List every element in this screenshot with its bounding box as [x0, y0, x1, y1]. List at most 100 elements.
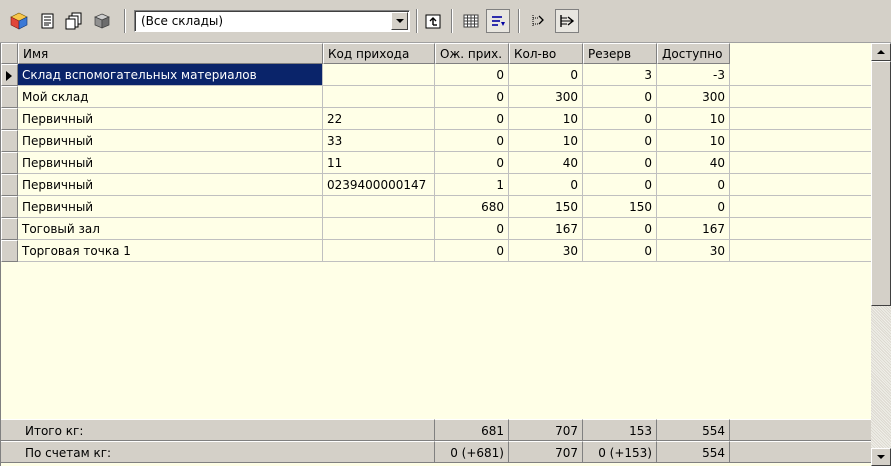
table-row[interactable]: Тоговый зал 0 167 0 167 [1, 218, 871, 240]
warehouse-select[interactable]: (Все склады) [134, 10, 410, 32]
scroll-down-icon[interactable] [871, 448, 891, 466]
cell-expected[interactable]: 1 [435, 174, 509, 196]
row-indicator[interactable] [1, 240, 18, 262]
cell-quantity[interactable]: 40 [509, 152, 583, 174]
table-row[interactable]: Первичный 0239400000147 1 0 0 0 [1, 174, 871, 196]
scroll-up-icon[interactable] [871, 43, 891, 61]
cell-reserve[interactable]: 0 [583, 174, 657, 196]
tree-expand-icon[interactable] [526, 9, 550, 33]
cell-expected[interactable]: 0 [435, 64, 509, 86]
cell-receipt-code[interactable]: 33 [323, 130, 435, 152]
cell-receipt-code[interactable] [323, 240, 435, 262]
column-header-reserve[interactable]: Резерв [583, 43, 657, 64]
cell-reserve[interactable]: 0 [583, 240, 657, 262]
cell-expected[interactable]: 0 [435, 108, 509, 130]
vertical-scrollbar[interactable] [871, 43, 891, 466]
cell-available[interactable]: 0 [657, 174, 730, 196]
documents-copy-icon[interactable] [62, 9, 86, 33]
cell-quantity[interactable]: 167 [509, 218, 583, 240]
cell-reserve[interactable]: 150 [583, 196, 657, 218]
cell-name[interactable]: Мой склад [18, 86, 323, 108]
row-indicator[interactable] [1, 86, 18, 108]
invoice-totals-row: По счетам кг: 0 (+681) 707 0 (+153) 554 [1, 441, 871, 463]
cell-name[interactable]: Первичный [18, 130, 323, 152]
cell-available[interactable]: 10 [657, 130, 730, 152]
grid-columns-icon[interactable] [459, 9, 483, 33]
cell-quantity[interactable]: 300 [509, 86, 583, 108]
cell-available[interactable]: 0 [657, 196, 730, 218]
cell-receipt-code[interactable] [323, 218, 435, 240]
cell-available[interactable]: 10 [657, 108, 730, 130]
cell-quantity[interactable]: 10 [509, 108, 583, 130]
table-row[interactable]: Первичный 33 0 10 0 10 [1, 130, 871, 152]
row-indicator[interactable] [1, 64, 18, 86]
cell-reserve[interactable]: 0 [583, 218, 657, 240]
cell-expected[interactable]: 0 [435, 218, 509, 240]
cell-name[interactable]: Тоговый зал [18, 218, 323, 240]
cell-receipt-code[interactable] [323, 86, 435, 108]
row-indicator[interactable] [1, 152, 18, 174]
row-indicator[interactable] [1, 174, 18, 196]
column-header-receipt-code[interactable]: Код прихода [323, 43, 435, 64]
cell-name[interactable]: Склад вспомогательных материалов [18, 64, 323, 86]
cell-expected[interactable]: 680 [435, 196, 509, 218]
cell-available[interactable]: 40 [657, 152, 730, 174]
toolbar-separator [416, 9, 418, 33]
cell-expected[interactable]: 0 [435, 130, 509, 152]
cell-available[interactable]: 30 [657, 240, 730, 262]
cell-expected[interactable]: 0 [435, 240, 509, 262]
cell-reserve[interactable]: 0 [583, 130, 657, 152]
cell-quantity[interactable]: 0 [509, 174, 583, 196]
table-row[interactable]: Первичный 680 150 150 0 [1, 196, 871, 218]
table-row[interactable]: Торговая точка 1 0 30 0 30 [1, 240, 871, 262]
table-row[interactable]: Первичный 22 0 10 0 10 [1, 108, 871, 130]
cell-reserve[interactable]: 0 [583, 86, 657, 108]
cell-reserve[interactable]: 0 [583, 152, 657, 174]
totals-filler [730, 419, 871, 441]
cube-color-icon[interactable] [7, 9, 31, 33]
cell-receipt-code[interactable] [323, 64, 435, 86]
tree-collapse-icon[interactable] [555, 9, 579, 33]
cell-reserve[interactable]: 3 [583, 64, 657, 86]
scrollbar-thumb[interactable] [871, 61, 891, 306]
table-row[interactable]: Первичный 11 0 40 0 40 [1, 152, 871, 174]
row-indicator[interactable] [1, 108, 18, 130]
cell-name[interactable]: Первичный [18, 152, 323, 174]
cell-reserve[interactable]: 0 [583, 108, 657, 130]
table-row[interactable]: Склад вспомогательных материалов 0 0 3 -3 [1, 64, 871, 86]
chevron-down-icon[interactable] [391, 12, 408, 30]
cell-filler [730, 130, 871, 152]
totals-quantity: 707 [509, 419, 583, 441]
cell-expected[interactable]: 0 [435, 86, 509, 108]
filter-sort-icon[interactable] [486, 9, 510, 33]
invoice-totals-expected: 0 (+681) [435, 441, 509, 463]
cell-name[interactable]: Первичный [18, 108, 323, 130]
cell-quantity[interactable]: 30 [509, 240, 583, 262]
cell-receipt-code[interactable]: 11 [323, 152, 435, 174]
column-header-name[interactable]: Имя [18, 43, 323, 64]
row-indicator[interactable] [1, 218, 18, 240]
up-folder-icon[interactable] [421, 9, 445, 33]
cell-quantity[interactable]: 10 [509, 130, 583, 152]
cell-name[interactable]: Первичный [18, 174, 323, 196]
column-header-available[interactable]: Доступно [657, 43, 730, 64]
column-header-expected[interactable]: Ож. прих. [435, 43, 509, 64]
cell-available[interactable]: 167 [657, 218, 730, 240]
column-header-quantity[interactable]: Кол-во [509, 43, 583, 64]
cell-expected[interactable]: 0 [435, 152, 509, 174]
stock-table: Имя Код прихода Ож. прих. Кол-во Резерв … [0, 43, 871, 466]
box-gray-icon[interactable] [90, 9, 114, 33]
cell-quantity[interactable]: 0 [509, 64, 583, 86]
cell-name[interactable]: Торговая точка 1 [18, 240, 323, 262]
row-indicator[interactable] [1, 196, 18, 218]
cell-available[interactable]: -3 [657, 64, 730, 86]
cell-receipt-code[interactable]: 22 [323, 108, 435, 130]
cell-available[interactable]: 300 [657, 86, 730, 108]
row-indicator[interactable] [1, 130, 18, 152]
cell-quantity[interactable]: 150 [509, 196, 583, 218]
table-row[interactable]: Мой склад 0 300 0 300 [1, 86, 871, 108]
cell-receipt-code[interactable] [323, 196, 435, 218]
cell-receipt-code[interactable]: 0239400000147 [323, 174, 435, 196]
document-icon[interactable] [36, 9, 60, 33]
cell-name[interactable]: Первичный [18, 196, 323, 218]
